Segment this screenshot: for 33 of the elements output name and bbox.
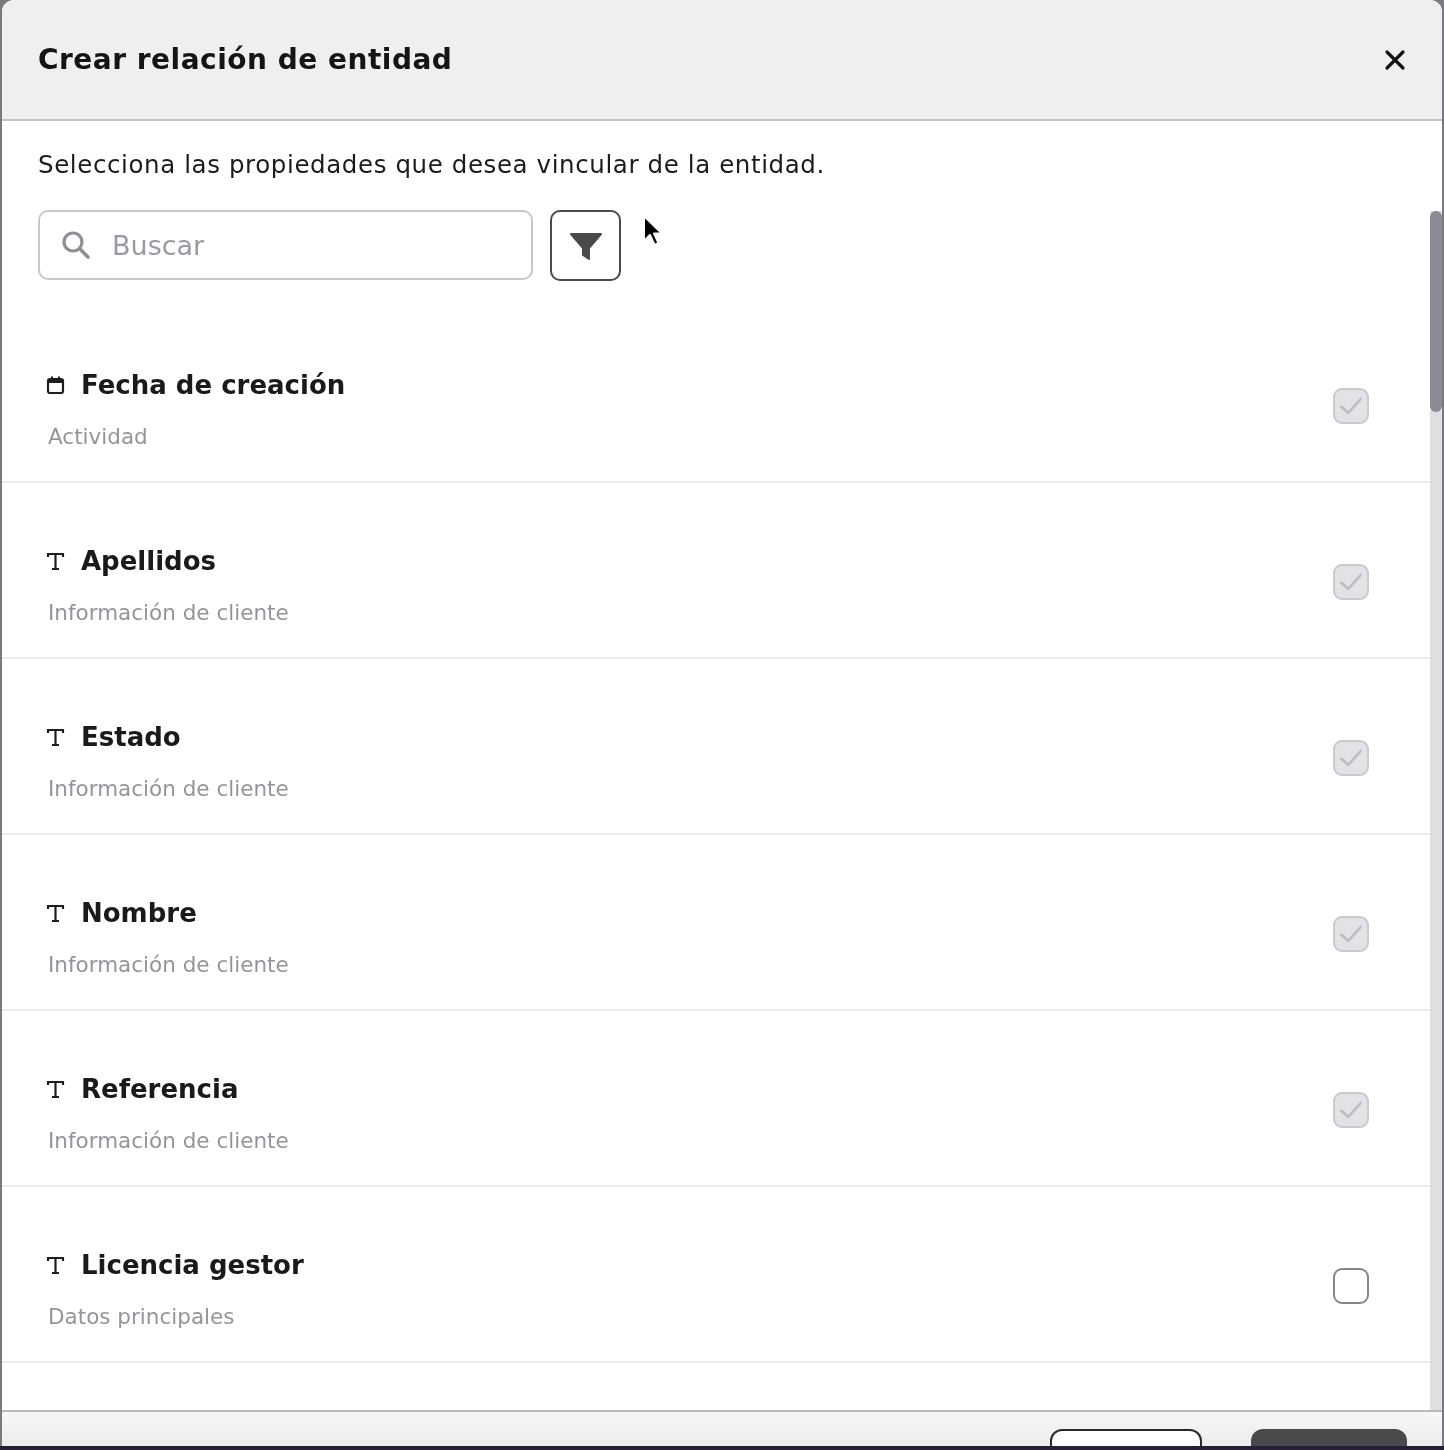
check-icon bbox=[1340, 1099, 1362, 1121]
property-group: Información de cliente bbox=[46, 950, 289, 980]
property-name: Licencia gestor bbox=[81, 1249, 304, 1282]
property-row[interactable]: Licencia gestor Datos principales bbox=[2, 1187, 1430, 1363]
search-icon bbox=[60, 229, 92, 261]
scrollbar-thumb[interactable] bbox=[1430, 211, 1442, 412]
text-type-icon bbox=[46, 1255, 65, 1275]
check-icon bbox=[1340, 747, 1362, 769]
property-group: Actividad bbox=[46, 422, 148, 452]
calendar-icon bbox=[46, 375, 65, 395]
property-name: Apellidos bbox=[81, 545, 217, 578]
property-name: Estado bbox=[81, 721, 181, 754]
property-group: Información de cliente bbox=[46, 774, 289, 804]
text-type-icon bbox=[46, 1079, 65, 1099]
check-icon bbox=[1340, 571, 1362, 593]
dialog-description: Selecciona las propiedades que desea vincular de la entidad. bbox=[37, 149, 826, 181]
close-icon bbox=[1384, 48, 1406, 71]
property-name: Referencia bbox=[81, 1073, 239, 1106]
text-type-icon bbox=[46, 551, 65, 571]
checkbox[interactable] bbox=[1333, 1268, 1369, 1304]
check-icon bbox=[1340, 395, 1362, 417]
text-type-icon bbox=[46, 903, 65, 923]
dialog-title: Crear relación de entidad bbox=[38, 43, 453, 76]
property-group: Datos principales bbox=[46, 1302, 235, 1332]
filter-button[interactable] bbox=[550, 210, 621, 281]
text-type-icon bbox=[46, 727, 65, 747]
property-name: Fecha de creación bbox=[81, 369, 346, 402]
scrollbar-track[interactable] bbox=[1430, 211, 1442, 1410]
property-name: Nombre bbox=[81, 897, 197, 930]
search-field[interactable]: Buscar bbox=[38, 210, 533, 280]
check-icon bbox=[1340, 923, 1362, 945]
property-group: Información de cliente bbox=[46, 598, 289, 628]
property-group: Información de cliente bbox=[46, 1126, 289, 1156]
